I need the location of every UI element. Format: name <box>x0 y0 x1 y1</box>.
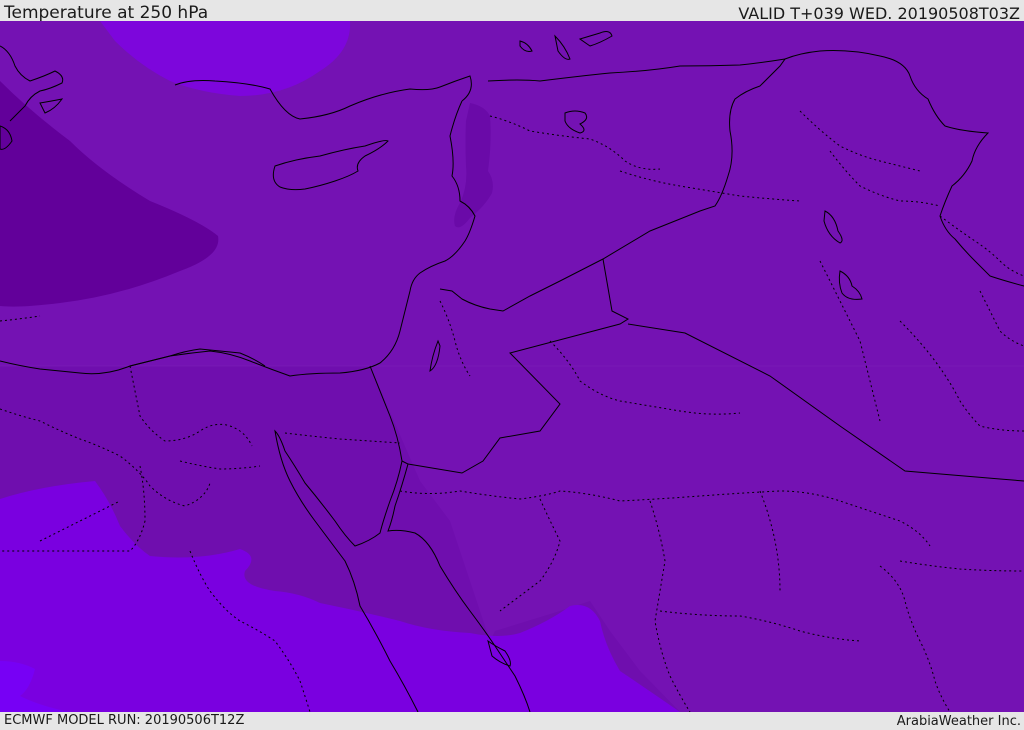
temperature-map[interactable] <box>0 21 1024 713</box>
credit-label: ArabiaWeather Inc. <box>896 714 1021 729</box>
header-bar: Temperature at 250 hPa VALID T+039 WED. … <box>0 0 1024 23</box>
footer-bar: ECMWF MODEL RUN: 20190506T12Z ArabiaWeat… <box>0 712 1024 729</box>
model-run-label: ECMWF MODEL RUN: 20190506T12Z <box>4 713 245 728</box>
